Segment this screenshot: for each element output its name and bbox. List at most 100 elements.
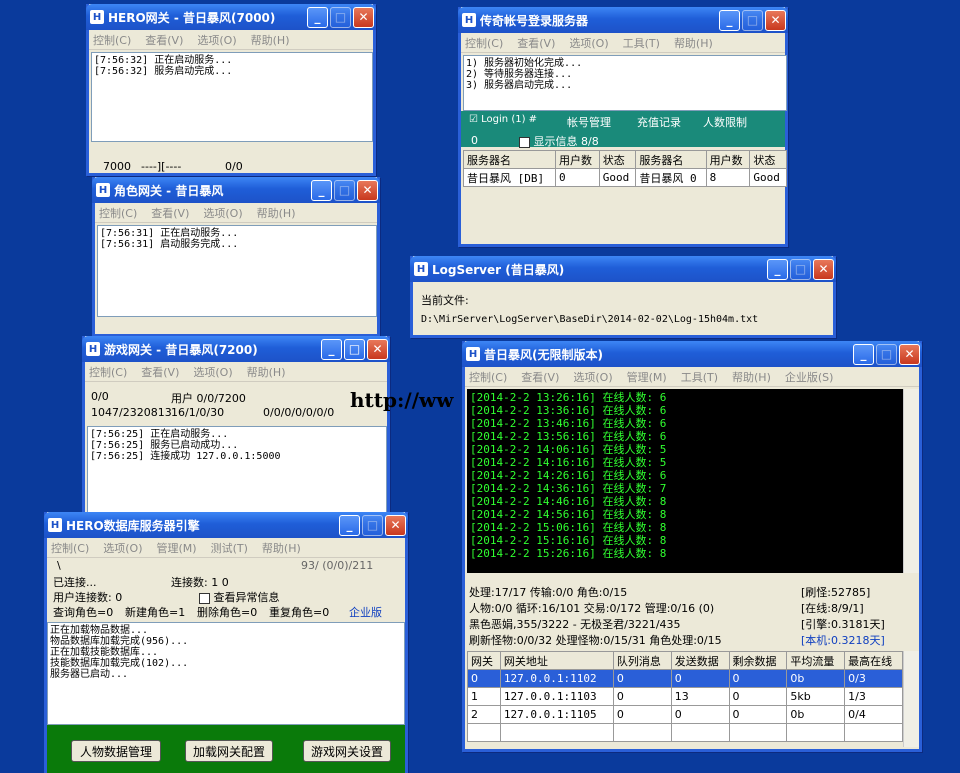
menu-options[interactable]: 选项(O) bbox=[573, 369, 612, 385]
table-row[interactable]: 1 127.0.0.1:1103 0 13 0 5kb 1/3 bbox=[467, 687, 903, 706]
character-data-button[interactable]: 人物数据管理 bbox=[71, 740, 161, 762]
show-info-checkbox[interactable]: 显示信息 8/8 bbox=[519, 133, 599, 149]
stat-local: [本机:0.3218天] bbox=[801, 634, 885, 647]
minimize-button[interactable]: _ bbox=[719, 9, 740, 31]
stat-top-player: 黑色恶娟,355/3222 - 无极圣君/3221/435 bbox=[469, 618, 681, 631]
menu-help[interactable]: 帮助(H) bbox=[257, 205, 296, 221]
table-row[interactable]: 昔日暴风 [DB] 0 Good 昔日暴风 0 8 Good bbox=[463, 168, 787, 187]
window-title: 传奇帐号登录服务器 bbox=[480, 13, 589, 28]
minimize-button[interactable]: _ bbox=[321, 338, 342, 360]
table-row[interactable]: 2 127.0.0.1:1105 0 0 0 0b 0/4 bbox=[467, 705, 903, 724]
menu-test[interactable]: 测试(T) bbox=[211, 540, 248, 556]
close-button[interactable]: ✕ bbox=[813, 258, 834, 280]
menu-view[interactable]: 查看(V) bbox=[517, 35, 555, 51]
hero-gate-window: H HERO网关 - 昔日暴风(7000) _ □ ✕ 控制(C) 查看(V) 选项(O)… bbox=[86, 4, 376, 176]
watermark: http://ww bbox=[350, 388, 454, 412]
menu-options[interactable]: 选项(O) bbox=[103, 540, 142, 556]
menu-manage[interactable]: 管理(M) bbox=[157, 540, 197, 556]
col-header: 网关地址 bbox=[499, 651, 614, 670]
menu-tools[interactable]: 工具(T) bbox=[623, 35, 660, 51]
col-header: 发送数据 bbox=[670, 651, 730, 670]
close-button[interactable]: ✕ bbox=[353, 6, 374, 28]
title-bar[interactable]: H 游戏网关 - 昔日暴风(7200) _ □ ✕ bbox=[82, 336, 390, 362]
menu-options[interactable]: 选项(O) bbox=[197, 32, 236, 48]
menu-tools[interactable]: 工具(T) bbox=[681, 369, 718, 385]
login-tab[interactable]: ☑ Login (1) # bbox=[469, 114, 537, 125]
log-memo[interactable]: [7:56:31] 正在启动服务... [7:56:31] 启动服务完成... bbox=[97, 225, 377, 317]
app-icon: H bbox=[48, 518, 62, 532]
maximize-button[interactable]: □ bbox=[362, 514, 383, 536]
maximize-button[interactable]: □ bbox=[790, 258, 811, 280]
tab-limit[interactable]: 人数限制 bbox=[703, 114, 747, 130]
close-button[interactable]: ✕ bbox=[765, 9, 786, 31]
counter-stat: 0/0/0/0/0/0/0 bbox=[263, 406, 335, 419]
menu-help[interactable]: 帮助(H) bbox=[262, 540, 301, 556]
menu-help[interactable]: 帮助(H) bbox=[247, 364, 286, 380]
close-button[interactable]: ✕ bbox=[367, 338, 388, 360]
close-button[interactable]: ✕ bbox=[899, 343, 920, 365]
title-bar[interactable]: H 昔日暴风(无限制版本) _ □ ✕ bbox=[462, 341, 922, 367]
table-row[interactable] bbox=[467, 723, 903, 742]
close-button[interactable]: ✕ bbox=[385, 514, 406, 536]
maximize-button[interactable]: □ bbox=[742, 9, 763, 31]
window-title: HERO数据库服务器引擎 bbox=[66, 518, 200, 533]
menu-help[interactable]: 帮助(H) bbox=[251, 32, 290, 48]
menu-view[interactable]: 查看(V) bbox=[141, 364, 179, 380]
log-memo[interactable]: 1) 服务器初始化完成... 2) 等待服务器连接... 3) 服务器启动完成... bbox=[463, 55, 787, 111]
tab-account[interactable]: 帐号管理 bbox=[567, 114, 611, 130]
menu-control[interactable]: 控制(C) bbox=[465, 35, 503, 51]
col-header: 服务器名 bbox=[635, 150, 707, 169]
gate-grid[interactable]: 网关 网关地址 队列消息 发送数据 剩余数据 平均流量 最高在线 0 127.0.0.1:11… bbox=[467, 651, 903, 742]
menu-help[interactable]: 帮助(H) bbox=[732, 369, 771, 385]
log-memo[interactable]: [7:56:32] 正在启动服务... [7:56:32] 服务启动完成... bbox=[91, 52, 373, 142]
queue-stat: 16/1/0/30 bbox=[171, 406, 225, 419]
col-header: 最高在线 bbox=[844, 651, 903, 670]
menu-view[interactable]: 查看(V) bbox=[521, 369, 559, 385]
title-bar[interactable]: H HERO网关 - 昔日暴风(7000) _ □ ✕ bbox=[86, 4, 376, 30]
menu-help[interactable]: 帮助(H) bbox=[674, 35, 713, 51]
window-title: 角色网关 - 昔日暴风 bbox=[114, 183, 224, 198]
minimize-button[interactable]: _ bbox=[853, 343, 874, 365]
table-row[interactable]: 0 127.0.0.1:1102 0 0 0 0b 0/3 bbox=[467, 669, 903, 688]
title-bar[interactable]: H 角色网关 - 昔日暴风 _ □ ✕ bbox=[92, 177, 380, 203]
grid-scrollbar[interactable] bbox=[903, 651, 919, 747]
menu-control[interactable]: 控制(C) bbox=[99, 205, 137, 221]
menu-manage[interactable]: 管理(M) bbox=[627, 369, 667, 385]
log-memo[interactable]: 正在加载物品数据... 物品数据库加载完成(956)... 正在加载技能数据库...… bbox=[47, 622, 405, 725]
menu-control[interactable]: 控制(C) bbox=[51, 540, 89, 556]
menu-control[interactable]: 控制(C) bbox=[89, 364, 127, 380]
minimize-button[interactable]: _ bbox=[307, 6, 328, 28]
game-gate-settings-button[interactable]: 游戏网关设置 bbox=[303, 740, 391, 762]
menu-options[interactable]: 选项(O) bbox=[193, 364, 232, 380]
tab-recharge[interactable]: 充值记录 bbox=[637, 114, 681, 130]
user-conn: 用户连接数: 0 bbox=[53, 591, 123, 604]
menu-view[interactable]: 查看(V) bbox=[151, 205, 189, 221]
menu-control[interactable]: 控制(C) bbox=[469, 369, 507, 385]
maximize-button[interactable]: □ bbox=[334, 179, 355, 201]
maximize-button[interactable]: □ bbox=[330, 6, 351, 28]
maximize-button[interactable]: □ bbox=[344, 338, 365, 360]
menu-options[interactable]: 选项(O) bbox=[203, 205, 242, 221]
minimize-button[interactable]: _ bbox=[311, 179, 332, 201]
menu-bar: 控制(C) 查看(V) 选项(O) 管理(M) 工具(T) 帮助(H) 企业版(S) bbox=[465, 367, 919, 387]
maximize-button[interactable]: □ bbox=[876, 343, 897, 365]
online-log[interactable]: [2014-2-2 13:26:16] 在线人数: 6 [2014-2-2 13:… bbox=[467, 389, 903, 573]
col-header: 状态 bbox=[598, 150, 637, 169]
minimize-button[interactable]: _ bbox=[339, 514, 360, 536]
menu-control[interactable]: 控制(C) bbox=[93, 32, 131, 48]
title-bar[interactable]: H LogServer (昔日暴风) _ □ ✕ bbox=[410, 256, 836, 282]
menu-options[interactable]: 选项(O) bbox=[569, 35, 608, 51]
log-memo[interactable]: [7:56:25] 正在启动服务... [7:56:25] 服务已启动成功...[… bbox=[87, 426, 387, 516]
server-grid[interactable]: 服务器名 用户数 状态 服务器名 用户数 状态 昔日暴风 [DB] 0 Good 昔日暴风 08… bbox=[463, 150, 787, 187]
menu-enterprise[interactable]: 企业版(S) bbox=[785, 369, 834, 385]
menu-bar: 控制(C) 查看(V) 选项(O) 帮助(H) bbox=[95, 203, 377, 223]
close-button[interactable]: ✕ bbox=[357, 179, 378, 201]
menu-view[interactable]: 查看(V) bbox=[145, 32, 183, 48]
db-stat: 93/ (0/0)/211 bbox=[301, 559, 374, 572]
anomaly-checkbox[interactable]: 查看异常信息 bbox=[199, 589, 280, 605]
minimize-button[interactable]: _ bbox=[767, 258, 788, 280]
title-bar[interactable]: H HERO数据库服务器引擎 _ □ ✕ bbox=[44, 512, 408, 538]
log-scrollbar[interactable] bbox=[903, 389, 919, 573]
load-gate-config-button[interactable]: 加载网关配置 bbox=[185, 740, 273, 762]
title-bar[interactable]: H 传奇帐号登录服务器 _ □ ✕ bbox=[458, 7, 788, 33]
